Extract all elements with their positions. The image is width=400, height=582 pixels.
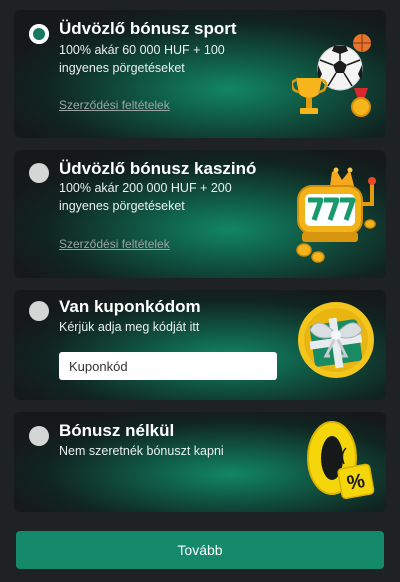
option-description: Kérjük adja meg kódját itt [59,320,200,334]
radio-casino[interactable] [29,163,49,183]
option-title: Üdvözlő bónusz kaszinó [59,159,257,178]
option-title: Van kuponkódom [59,297,201,316]
option-description: Nem szeretnék bónuszt kapni [59,444,224,458]
sport-trophy-ball-icon [292,34,371,117]
radio-coupon[interactable] [29,301,49,321]
bonus-option-sport[interactable]: Üdvözlő bónusz sport 100% akár 60 000 HU… [14,10,386,138]
slot-machine-777-icon [296,167,376,263]
bonus-option-coupon[interactable]: Van kuponkódom Kérjük adja meg kódját it… [14,290,386,400]
terms-link[interactable]: Szerződési feltételek [59,98,170,112]
zero-percent-icon: % [307,421,375,500]
option-title: Bónusz nélkül [59,421,175,440]
bonus-option-casino[interactable]: Üdvözlő bónusz kaszinó 100% akár 200 000… [14,150,386,278]
bonus-option-no-bonus[interactable]: Bónusz nélkül Nem szeretnék bónuszt kapn… [14,412,386,512]
gift-box-icon [298,302,374,378]
option-description: 100% akár 200 000 HUF + 200 ingyenes pör… [59,181,232,213]
option-title: Üdvözlő bónusz sport [59,19,237,38]
radio-no-bonus[interactable] [29,426,49,446]
option-description: 100% akár 60 000 HUF + 100 ingyenes pörg… [59,43,225,75]
terms-link[interactable]: Szerződési feltételek [59,237,170,251]
coupon-code-input[interactable] [59,352,277,380]
continue-button[interactable]: Tovább [16,531,384,569]
radio-sport[interactable] [29,24,49,44]
